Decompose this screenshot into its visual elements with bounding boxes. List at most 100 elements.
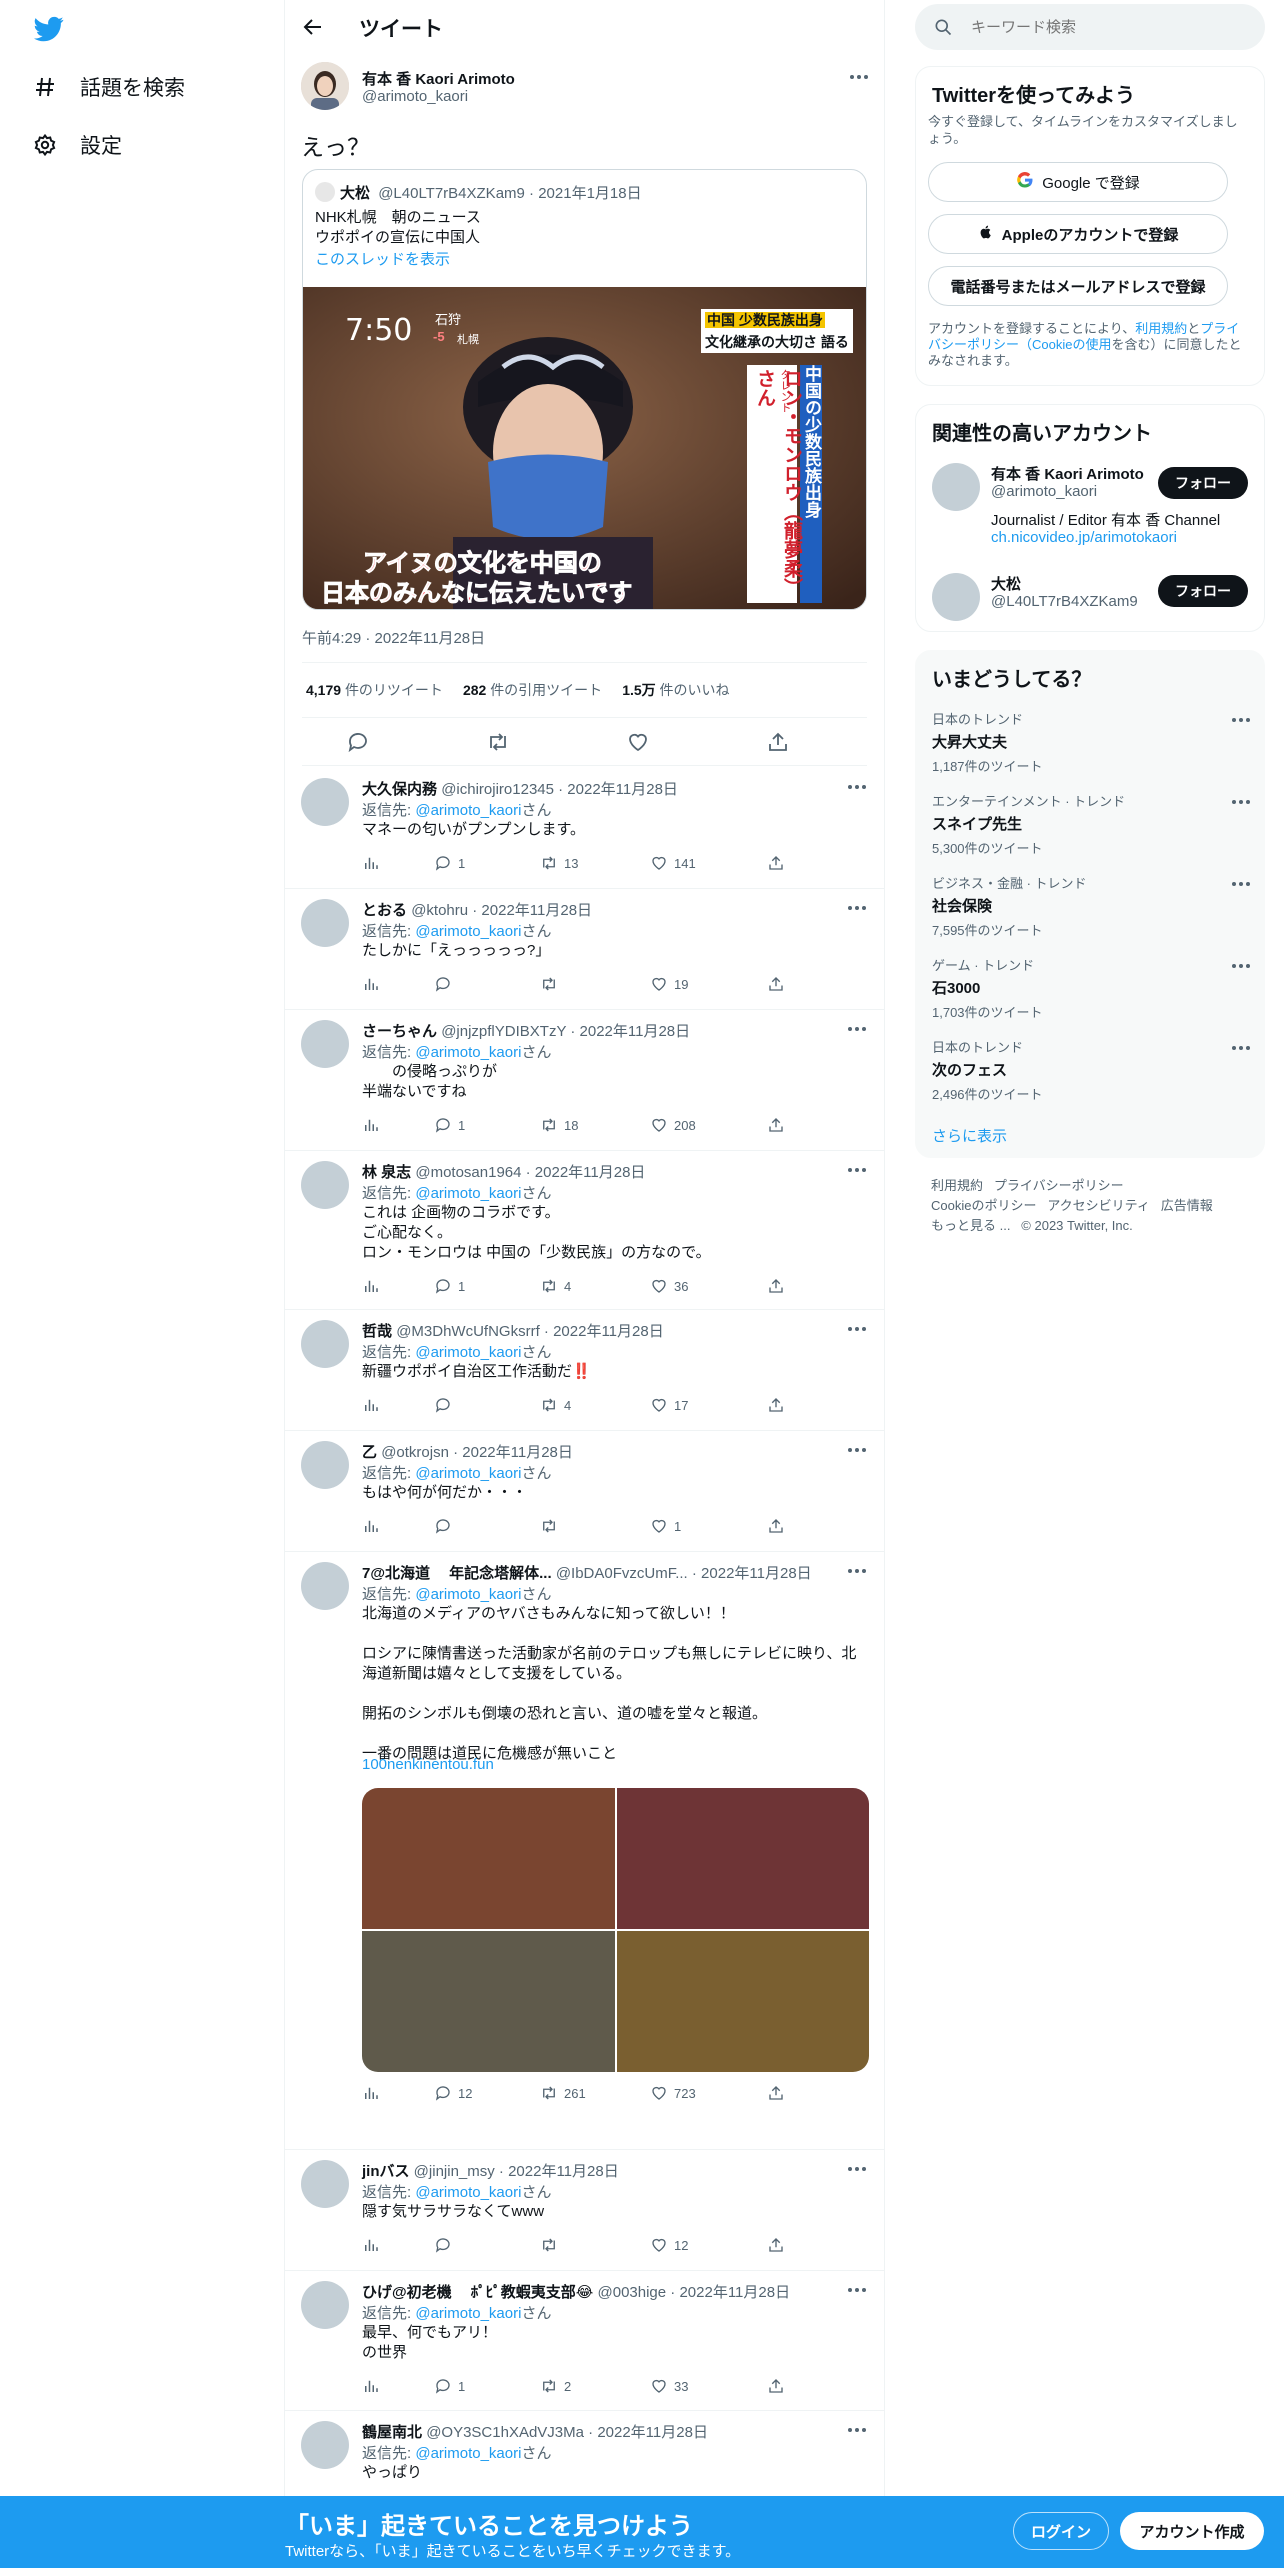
footer-link[interactable]: もっと見る ... <box>931 1218 1010 1233</box>
avatar[interactable] <box>301 1562 349 1610</box>
reply-image[interactable] <box>362 1788 615 1929</box>
replying-to-handle[interactable]: @arimoto_kaori <box>415 1586 521 1603</box>
phone-email-signup-button[interactable]: 電話番号またはメールアドレスで登録 <box>928 266 1228 306</box>
reply-image[interactable] <box>362 1931 615 2072</box>
more-options-icon[interactable] <box>1230 709 1252 731</box>
trend-item[interactable]: ゲーム · トレンド 石3000 1,703件のツイート <box>932 955 1252 1021</box>
share-icon[interactable] <box>767 975 785 993</box>
share-icon[interactable] <box>766 730 790 754</box>
avatar[interactable] <box>301 1020 349 1068</box>
account-name[interactable]: 有本 香 Kaori Arimoto <box>991 463 1144 484</box>
share-icon[interactable] <box>767 2377 785 2395</box>
reply-handle-date[interactable]: @OY3SC1hXAdVJ3Ma · 2022年11月28日 <box>426 2424 708 2441</box>
reply-icon[interactable] <box>346 730 370 754</box>
reply-image-grid[interactable] <box>362 1788 869 2072</box>
retweet-action[interactable]: 4 <box>540 1396 571 1414</box>
quoted-tweet[interactable]: 大松 @L40LT7rB4XZKam9 · 2021年1月18日 NHK札幌 朝… <box>302 169 867 610</box>
signup-button[interactable]: アカウント作成 <box>1120 2512 1264 2550</box>
views-icon[interactable] <box>362 1517 380 1535</box>
like-action[interactable]: 208 <box>650 1116 696 1134</box>
more-options-icon[interactable] <box>1230 955 1252 977</box>
reply-handle-date[interactable]: @jnjzpflYDIBXTzY · 2022年11月28日 <box>441 1023 690 1040</box>
views-icon[interactable] <box>362 854 380 872</box>
views-icon[interactable] <box>362 1116 380 1134</box>
footer-link[interactable]: プライバシーポリシー <box>994 1178 1124 1193</box>
avatar[interactable] <box>301 2281 349 2329</box>
quote-stat[interactable]: 282 件の引用ツイート <box>463 680 602 700</box>
show-thread-link[interactable]: このスレッドを表示 <box>315 248 450 269</box>
more-options-icon[interactable] <box>846 1018 868 1040</box>
views-icon[interactable] <box>362 1396 380 1414</box>
reply-link[interactable]: 100nenkinentou.fun <box>362 1756 494 1773</box>
reply-action[interactable] <box>434 975 458 993</box>
views-icon[interactable] <box>362 2084 380 2102</box>
retweet-action[interactable] <box>540 2236 564 2254</box>
trend-item[interactable]: 日本のトレンド 次のフェス 2,496件のツイート <box>932 1037 1252 1103</box>
reply-handle-date[interactable]: @IbDA0FvzcUmF... · 2022年11月28日 <box>556 1565 812 1582</box>
more-options-icon[interactable] <box>848 66 870 88</box>
apple-signup-button[interactable]: Appleのアカウントで登録 <box>928 214 1228 254</box>
retweet-action[interactable]: 13 <box>540 854 578 872</box>
like-action[interactable]: 141 <box>650 854 696 872</box>
follow-button[interactable]: フォロー <box>1158 467 1248 499</box>
reply-action[interactable]: 1 <box>434 854 465 872</box>
retweet-action[interactable]: 261 <box>540 2084 586 2102</box>
more-options-icon[interactable] <box>846 897 868 919</box>
share-icon[interactable] <box>767 1517 785 1535</box>
replying-to-handle[interactable]: @arimoto_kaori <box>415 2445 521 2462</box>
nav-item-explore[interactable]: 話題を検索 <box>32 72 185 102</box>
more-options-icon[interactable] <box>846 1439 868 1461</box>
trend-item[interactable]: 日本のトレンド 大昇大丈夫 1,187件のツイート <box>932 709 1252 775</box>
replying-to-handle[interactable]: @arimoto_kaori <box>415 923 521 940</box>
reply-author-name[interactable]: jinバス <box>362 2163 410 2180</box>
like-action[interactable]: 19 <box>650 975 688 993</box>
views-icon[interactable] <box>362 2377 380 2395</box>
avatar[interactable] <box>301 1441 349 1489</box>
replying-to-handle[interactable]: @arimoto_kaori <box>415 1465 521 1482</box>
footer-link[interactable]: 広告情報 <box>1161 1198 1213 1213</box>
avatar[interactable] <box>932 463 980 511</box>
more-options-icon[interactable] <box>846 2158 868 2180</box>
reply-author-name[interactable]: さーちゃん <box>362 1023 437 1040</box>
reply-author-name[interactable]: 哲哉 <box>362 1323 392 1340</box>
replying-to-handle[interactable]: @arimoto_kaori <box>415 1344 521 1361</box>
like-action[interactable]: 723 <box>650 2084 696 2102</box>
retweet-icon[interactable] <box>486 730 510 754</box>
reply-image[interactable] <box>616 1931 869 2072</box>
share-icon[interactable] <box>767 2084 785 2102</box>
account-handle[interactable]: @L40LT7rB4XZKam9 <box>991 593 1138 610</box>
tweet-timestamp[interactable]: 午前4:29 · 2022年11月28日 <box>302 627 485 648</box>
reply-action[interactable]: 1 <box>434 2377 465 2395</box>
reply-handle-date[interactable]: @003hige · 2022年11月28日 <box>598 2284 791 2301</box>
more-options-icon[interactable] <box>846 1318 868 1340</box>
like-icon[interactable] <box>626 730 650 754</box>
login-button[interactable]: ログイン <box>1013 2512 1109 2550</box>
reply-author-name[interactable]: ひげ@初老機 ﾎﾟﾋﾟ教蝦夷支部😂 <box>362 2284 593 2301</box>
reply-author-name[interactable]: 大久保内務 <box>362 781 437 798</box>
replying-to-handle[interactable]: @arimoto_kaori <box>415 1185 521 1202</box>
more-options-icon[interactable] <box>846 1560 868 1582</box>
reply-handle-date[interactable]: @otkrojsn · 2022年11月28日 <box>381 1444 573 1461</box>
more-options-icon[interactable] <box>846 2279 868 2301</box>
avatar[interactable] <box>301 899 349 947</box>
more-options-icon[interactable] <box>1230 1037 1252 1059</box>
avatar[interactable] <box>301 62 349 110</box>
share-icon[interactable] <box>767 1277 785 1295</box>
tweet-author-name[interactable]: 有本 香 Kaori Arimoto <box>362 68 515 89</box>
retweet-action[interactable]: 18 <box>540 1116 578 1134</box>
account-name[interactable]: 大松 <box>991 573 1021 594</box>
like-stat[interactable]: 1.5万 件のいいね <box>622 680 729 700</box>
reply-action[interactable] <box>434 1517 458 1535</box>
reply-action[interactable]: 1 <box>434 1116 465 1134</box>
terms-link[interactable]: 利用規約 <box>1135 321 1187 336</box>
like-action[interactable]: 33 <box>650 2377 688 2395</box>
avatar[interactable] <box>301 1320 349 1368</box>
more-options-icon[interactable] <box>1230 791 1252 813</box>
reply-action[interactable] <box>434 2236 458 2254</box>
tweet-author-handle[interactable]: @arimoto_kaori <box>362 88 468 105</box>
reply-author-name[interactable]: 乙 <box>362 1444 377 1461</box>
share-icon[interactable] <box>767 1116 785 1134</box>
reply-handle-date[interactable]: @M3DhWcUfNGksrrf · 2022年11月28日 <box>396 1323 664 1340</box>
more-options-icon[interactable] <box>846 2419 868 2441</box>
footer-link[interactable]: Cookieのポリシー <box>931 1198 1036 1213</box>
